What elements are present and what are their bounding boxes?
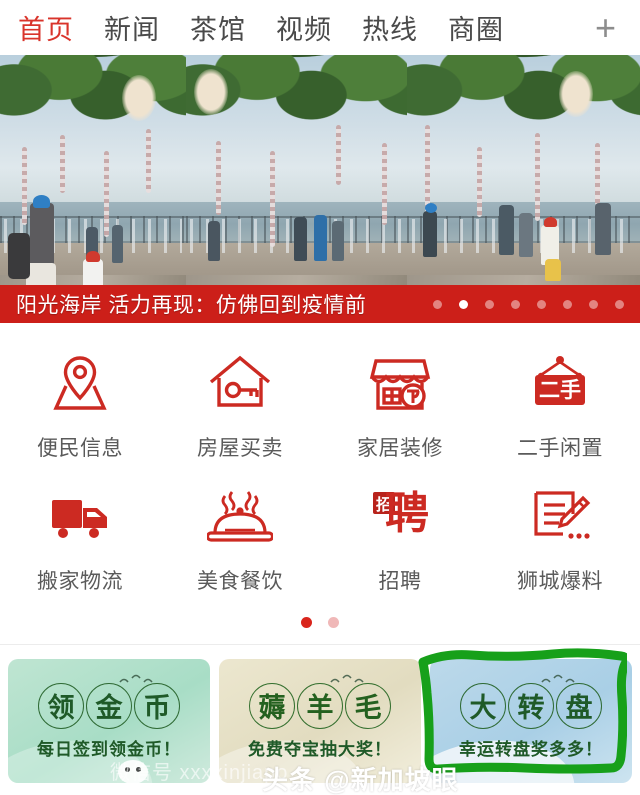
banner-subtitle: 免费夺宝抽大奖！ bbox=[248, 739, 392, 759]
category-item-ershou-xianzhi[interactable]: 二手 二手闲置 bbox=[480, 345, 640, 462]
promo-banner-lingjinbi[interactable]: 领 金 币 每日签到领金币！ bbox=[8, 659, 210, 783]
banner-char: 羊 bbox=[297, 682, 343, 729]
banner-characters: 领 金 币 bbox=[38, 682, 180, 729]
promo-banner-haoyangmao[interactable]: 薅 羊 毛 免费夺宝抽大奖！ bbox=[219, 659, 421, 783]
svg-text:聘: 聘 bbox=[385, 489, 429, 538]
carousel-dot[interactable] bbox=[511, 299, 520, 309]
location-pin-map-icon bbox=[47, 345, 113, 423]
top-navigation-bar: 首页 新闻 茶馆 视频 热线 商圈 + bbox=[0, 0, 640, 55]
grid-page-indicators[interactable] bbox=[0, 617, 640, 628]
banner-subtitle: 每日签到领金币！ bbox=[37, 739, 181, 759]
banner-char: 薅 bbox=[249, 682, 295, 729]
beach-scene-image bbox=[186, 55, 407, 323]
nav-tab-news[interactable]: 新闻 bbox=[104, 8, 160, 47]
category-label: 便民信息 bbox=[37, 437, 123, 460]
carousel-slide[interactable] bbox=[0, 55, 186, 323]
category-item-shicheng-baoliao[interactable]: 狮城爆料 bbox=[480, 478, 640, 595]
banner-char: 转 bbox=[508, 682, 554, 729]
category-grid: 便民信息 房屋买卖 家居装修 二手 二手闲置 搬家物流 美食餐饮 招 聘 招聘 … bbox=[0, 323, 640, 628]
nav-tab-teahouse[interactable]: 茶馆 bbox=[190, 8, 246, 47]
category-label: 房屋买卖 bbox=[197, 437, 283, 460]
category-label: 家居装修 bbox=[357, 437, 443, 460]
category-grid-row: 搬家物流 美食餐饮 招 聘 招聘 狮城爆料 bbox=[0, 478, 640, 595]
grid-page-dot[interactable] bbox=[328, 617, 339, 628]
nav-tab-business-circle[interactable]: 商圈 bbox=[448, 8, 504, 47]
banner-char: 盘 bbox=[556, 682, 602, 729]
promo-banner-row: 领 金 币 每日签到领金币！ 薅 羊 毛 免费夺宝抽大奖！ 大 转 盘 幸运转盘… bbox=[0, 645, 640, 783]
app-root: 首页 新闻 茶馆 视频 热线 商圈 + 阳光海岸 活力再现：仿佛回到疫情前 便民… bbox=[0, 0, 640, 795]
nav-tab-home[interactable]: 首页 bbox=[18, 8, 74, 47]
category-item-banjia-wuliu[interactable]: 搬家物流 bbox=[0, 478, 160, 595]
category-item-meishi-canyin[interactable]: 美食餐饮 bbox=[160, 478, 320, 595]
category-label: 狮城爆料 bbox=[517, 570, 603, 593]
food-cloche-icon bbox=[207, 478, 273, 556]
category-item-bianmin-xinxi[interactable]: 便民信息 bbox=[0, 345, 160, 462]
recruit-logo-icon: 招 聘 bbox=[367, 478, 433, 556]
banner-char: 币 bbox=[134, 682, 180, 729]
banner-char: 大 bbox=[460, 682, 506, 729]
category-item-jiaju-zhuangxiu[interactable]: 家居装修 bbox=[320, 345, 480, 462]
carousel-slide[interactable] bbox=[407, 55, 640, 323]
carousel-dot[interactable] bbox=[433, 299, 442, 309]
carousel-caption-text: 阳光海岸 活力再现：仿佛回到疫情前 bbox=[16, 294, 367, 317]
carousel-slides bbox=[0, 55, 640, 323]
storefront-icon bbox=[367, 345, 433, 423]
carousel-dot[interactable] bbox=[537, 299, 546, 309]
carousel-slide[interactable] bbox=[186, 55, 407, 323]
banner-characters: 大 转 盘 bbox=[460, 682, 602, 729]
beach-scene-image bbox=[0, 55, 186, 323]
add-channel-icon[interactable]: + bbox=[595, 9, 626, 45]
banner-char: 领 bbox=[38, 682, 84, 729]
document-pencil-icon bbox=[527, 478, 593, 556]
nav-tab-hotline[interactable]: 热线 bbox=[362, 8, 418, 47]
carousel-dot[interactable] bbox=[615, 299, 624, 309]
carousel-dot-indicators[interactable] bbox=[433, 299, 628, 309]
svg-text:二手: 二手 bbox=[539, 379, 581, 402]
category-label: 美食餐饮 bbox=[197, 570, 283, 593]
house-key-icon bbox=[207, 345, 273, 423]
grid-page-dot-active[interactable] bbox=[301, 617, 312, 628]
banner-characters: 薅 羊 毛 bbox=[249, 682, 391, 729]
banner-char: 金 bbox=[86, 682, 132, 729]
hero-carousel[interactable]: 阳光海岸 活力再现：仿佛回到疫情前 bbox=[0, 55, 640, 323]
carousel-caption-bar: 阳光海岸 活力再现：仿佛回到疫情前 bbox=[0, 285, 640, 323]
category-label: 招聘 bbox=[378, 570, 422, 593]
beach-scene-image bbox=[407, 55, 640, 323]
promo-banner-dazhuanpan[interactable]: 大 转 盘 幸运转盘奖多多！ bbox=[430, 659, 632, 783]
carousel-dot[interactable] bbox=[589, 299, 598, 309]
category-label: 搬家物流 bbox=[37, 570, 123, 593]
category-grid-row: 便民信息 房屋买卖 家居装修 二手 二手闲置 bbox=[0, 345, 640, 462]
category-label: 二手闲置 bbox=[517, 437, 603, 460]
carousel-dot[interactable] bbox=[563, 299, 572, 309]
carousel-dot-active[interactable] bbox=[459, 299, 468, 309]
category-item-zhaopin[interactable]: 招 聘 招聘 bbox=[320, 478, 480, 595]
banner-subtitle: 幸运转盘奖多多！ bbox=[459, 739, 603, 759]
category-item-fangwu-maimai[interactable]: 房屋买卖 bbox=[160, 345, 320, 462]
carousel-dot[interactable] bbox=[485, 299, 494, 309]
banner-char: 毛 bbox=[345, 682, 391, 729]
nav-tab-video[interactable]: 视频 bbox=[276, 8, 332, 47]
hanging-sign-icon: 二手 bbox=[527, 345, 593, 423]
truck-icon bbox=[47, 478, 113, 556]
